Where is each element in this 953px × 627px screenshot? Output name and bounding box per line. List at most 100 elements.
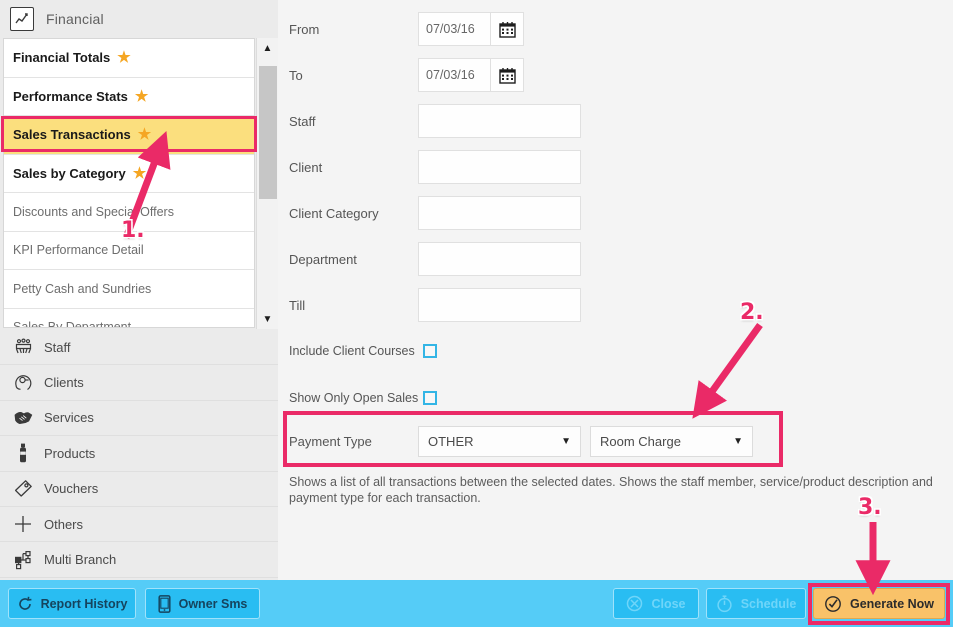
section-nav: Staff Clients Services Products Vouchers…: [0, 330, 278, 580]
date-input-from[interactable]: 07/03/16: [418, 12, 524, 46]
checkbox-row-include-client-courses: Include Client Courses: [278, 336, 953, 366]
annotation-number-2: 2.: [740, 300, 764, 325]
payment-type-label: Payment Type: [289, 433, 372, 449]
mobile-phone-icon: [158, 594, 171, 613]
tag-icon: [10, 478, 36, 500]
report-history-button[interactable]: Report History: [8, 588, 136, 619]
chevron-down-icon: ▼: [561, 435, 571, 447]
owner-sms-label: Owner Sms: [178, 596, 248, 611]
report-item-label: Performance Stats: [13, 88, 128, 104]
sidebar-item-label: Services: [44, 410, 94, 426]
field-label-from: From: [289, 21, 320, 37]
generate-now-button[interactable]: Generate Now: [813, 588, 945, 619]
date-value-to[interactable]: 07/03/16: [418, 58, 490, 92]
sidebar-item-services[interactable]: Services: [0, 401, 278, 437]
client-head-icon: [10, 372, 36, 394]
report-item-label: Financial Totals: [13, 50, 111, 66]
report-list-item-selected[interactable]: Sales Transactions ★: [4, 116, 254, 155]
owner-sms-button[interactable]: Owner Sms: [145, 588, 260, 619]
field-row-client-category: Client Category: [278, 190, 953, 236]
report-list-item[interactable]: Performance Stats ★: [4, 77, 254, 116]
sidebar-item-label: Multi Branch: [44, 552, 117, 568]
favorite-star-icon[interactable]: ★: [135, 89, 148, 104]
field-row-client: Client: [278, 144, 953, 190]
chevron-down-icon: ▼: [733, 435, 743, 447]
staff-icon: [10, 336, 36, 358]
report-list-item[interactable]: Petty Cash and Sundries: [4, 270, 254, 309]
client-input[interactable]: [418, 150, 581, 184]
date-value-from[interactable]: 07/03/16: [418, 12, 490, 46]
sidebar-item-multi-branch[interactable]: Multi Branch: [0, 542, 278, 578]
field-row-department: Department: [278, 236, 953, 282]
branch-network-icon: [10, 549, 36, 571]
report-setup-window: Financial Financial Totals ★ Performance…: [0, 0, 953, 627]
handshake-icon: [10, 407, 36, 429]
sidebar-item-products[interactable]: Products: [0, 436, 278, 472]
field-label-department: Department: [289, 251, 357, 267]
report-description: Shows a list of all transactions between…: [289, 475, 933, 505]
check-circle-icon: [824, 595, 842, 613]
favorite-star-icon[interactable]: ★: [138, 127, 151, 142]
schedule-button[interactable]: Schedule: [706, 588, 806, 619]
field-label-client-category: Client Category: [289, 205, 379, 221]
schedule-label: Schedule: [740, 596, 797, 611]
staff-input[interactable]: [418, 104, 581, 138]
sidebar: Financial Financial Totals ★ Performance…: [0, 0, 278, 580]
report-list-container: Financial Totals ★ Performance Stats ★ S…: [0, 38, 278, 330]
payment-type-primary-value: OTHER: [428, 433, 474, 449]
close-label: Close: [651, 596, 686, 611]
scroll-down-arrow-icon[interactable]: ▼: [257, 309, 278, 329]
field-label-client: Client: [289, 159, 323, 175]
field-row-to: To 07/03/16: [278, 52, 953, 98]
refresh-circle-icon: [17, 596, 33, 612]
report-list-item[interactable]: Sales By Department: [4, 308, 254, 328]
generate-now-label: Generate Now: [849, 596, 935, 611]
sidebar-item-clients[interactable]: Clients: [0, 365, 278, 401]
category-label: Financial: [46, 11, 104, 27]
favorite-star-icon[interactable]: ★: [133, 166, 146, 181]
sidebar-item-staff[interactable]: Staff: [0, 330, 278, 366]
payment-type-secondary-select[interactable]: Room Charge ▼: [590, 425, 753, 457]
field-row-from: From 07/03/16: [278, 6, 953, 52]
date-input-to[interactable]: 07/03/16: [418, 58, 524, 92]
report-item-label: Petty Cash and Sundries: [13, 281, 152, 296]
sidebar-item-label: Vouchers: [44, 481, 99, 497]
client-category-input[interactable]: [418, 196, 581, 230]
close-button[interactable]: Close: [613, 588, 699, 619]
field-row-staff: Staff: [278, 98, 953, 144]
scroll-up-arrow-icon[interactable]: ▲: [257, 38, 278, 58]
payment-type-secondary-value: Room Charge: [600, 433, 681, 449]
sidebar-item-label: Clients: [44, 375, 84, 391]
department-input[interactable]: [418, 242, 581, 276]
field-row-till: Till: [278, 282, 953, 328]
report-list-scrollbar[interactable]: ▲ ▼: [256, 38, 278, 329]
calendar-icon[interactable]: [490, 12, 524, 46]
sidebar-item-others[interactable]: Others: [0, 507, 278, 543]
checkbox-label-show-only-open-sales: Show Only Open Sales: [289, 391, 419, 405]
include-client-courses-checkbox[interactable]: [423, 344, 437, 358]
report-list[interactable]: Financial Totals ★ Performance Stats ★ S…: [3, 38, 255, 328]
checkbox-row-show-only-open-sales: Show Only Open Sales: [278, 383, 953, 413]
show-only-open-sales-checkbox[interactable]: [423, 391, 437, 405]
payment-type-primary-select[interactable]: OTHER ▼: [418, 425, 581, 457]
field-label-till: Till: [289, 297, 306, 313]
scrollbar-thumb[interactable]: [259, 66, 277, 199]
report-item-label: Sales By Department: [13, 320, 132, 328]
annotation-number-3: 3.: [858, 495, 882, 520]
bottom-toolbar: Report History Owner Sms Close Schedule …: [0, 580, 953, 627]
field-label-to: To: [289, 67, 303, 83]
checkbox-label-include-client-courses: Include Client Courses: [289, 344, 415, 358]
line-chart-icon: [10, 7, 34, 31]
sidebar-item-vouchers[interactable]: Vouchers: [0, 472, 278, 507]
favorite-star-icon[interactable]: ★: [117, 50, 130, 65]
calendar-icon[interactable]: [490, 58, 524, 92]
report-list-item[interactable]: Financial Totals ★: [4, 39, 254, 78]
plus-icon: [10, 513, 36, 535]
category-header: Financial: [0, 0, 278, 38]
report-item-label: Discounts and Special Offers: [13, 204, 174, 219]
till-input[interactable]: [418, 288, 581, 322]
sidebar-item-label: Products: [44, 445, 96, 461]
stopwatch-icon: [716, 594, 733, 613]
report-list-item[interactable]: Sales by Category ★: [4, 154, 254, 193]
close-circle-icon: [626, 595, 643, 612]
